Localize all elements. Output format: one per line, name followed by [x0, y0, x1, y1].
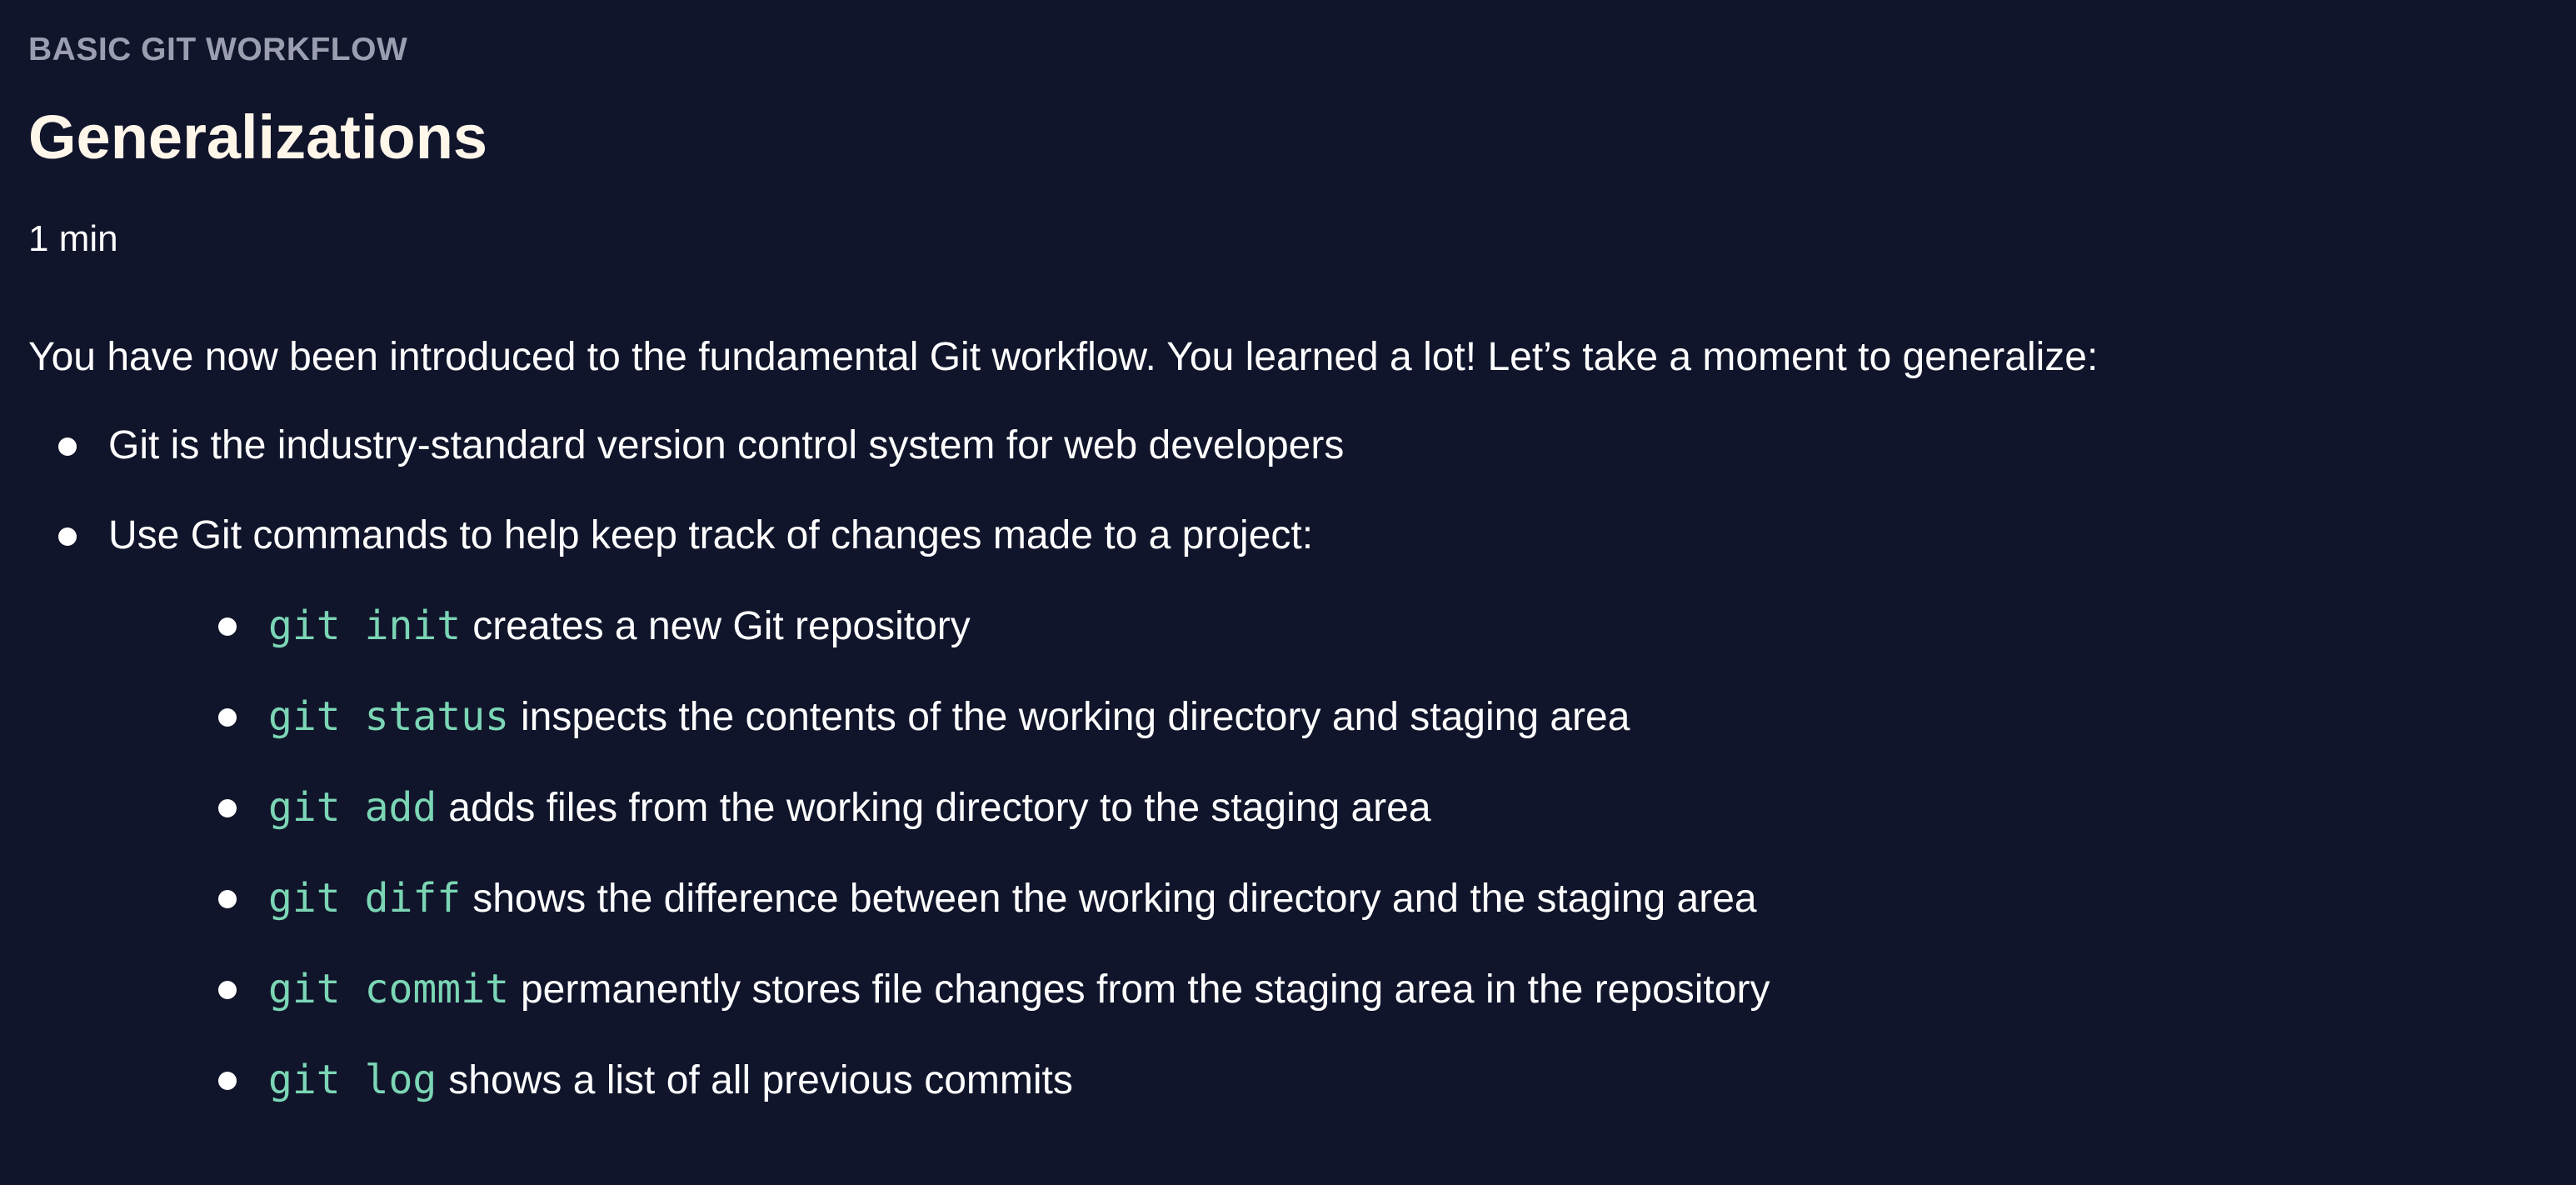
- command-code: git commit: [268, 966, 509, 1012]
- bullet-icon: [218, 890, 237, 908]
- bullet-icon: [218, 981, 237, 999]
- command-description: shows a list of all previous commits: [448, 1058, 1073, 1102]
- bullet-icon: [218, 708, 237, 727]
- command-description: creates a new Git repository: [472, 604, 971, 648]
- command-item: git init creates a new Git repository: [108, 601, 2544, 651]
- command-description: adds files from the working directory to…: [448, 786, 1431, 830]
- command-list: git init creates a new Git repository git…: [108, 601, 2544, 1105]
- list-item: Use Git commands to help keep track of c…: [28, 511, 2544, 1105]
- command-code: git status: [268, 693, 509, 740]
- intro-paragraph: You have now been introduced to the fund…: [28, 335, 2099, 379]
- command-item: git add adds files from the working direc…: [108, 782, 2544, 832]
- list-item: Git is the industry-standard version con…: [28, 421, 2544, 471]
- command-code: git add: [268, 784, 437, 831]
- page-title: Generalizations: [28, 102, 488, 172]
- command-code: git log: [268, 1057, 437, 1103]
- bullet-icon: [218, 618, 237, 636]
- bullet-icon: [218, 1072, 237, 1090]
- lesson-kicker: BASIC GIT WORKFLOW: [28, 32, 408, 68]
- summary-list: Git is the industry-standard version con…: [28, 421, 2544, 1105]
- bullet-icon: [58, 438, 77, 456]
- command-item: git status inspects the contents of the w…: [108, 692, 2544, 742]
- command-item: git log shows a list of all previous comm…: [108, 1055, 2544, 1105]
- list-item-text: Git is the industry-standard version con…: [108, 423, 1345, 468]
- command-item: git diff shows the difference between the…: [108, 873, 2544, 923]
- command-code: git diff: [268, 875, 462, 922]
- list-item-text: Use Git commands to help keep track of c…: [108, 513, 1314, 558]
- command-description: permanently stores file changes from the…: [520, 968, 1770, 1012]
- bullet-icon: [218, 799, 237, 818]
- lesson-duration: 1 min: [28, 218, 118, 259]
- command-description: shows the difference between the working…: [472, 877, 1757, 921]
- command-code: git init: [268, 602, 462, 649]
- lesson-content: BASIC GIT WORKFLOW Generalizations 1 min…: [28, 0, 2544, 1146]
- command-item: git commit permanently stores file change…: [108, 964, 2544, 1014]
- bullet-icon: [58, 528, 77, 546]
- command-description: inspects the contents of the working dir…: [520, 695, 1630, 739]
